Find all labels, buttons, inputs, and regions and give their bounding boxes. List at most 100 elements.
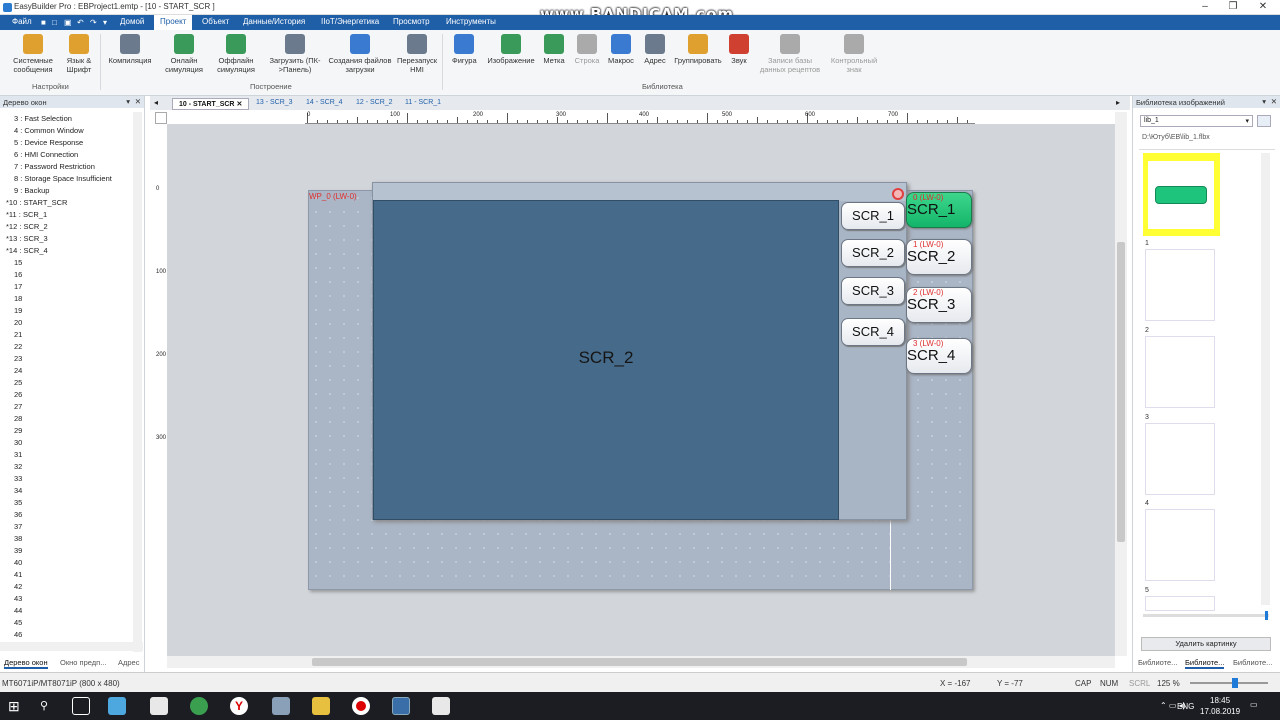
ribbon-button-string[interactable]: Строка [574,34,600,65]
ribbon-button-online-sim[interactable]: Онлайн симуляция [162,34,206,74]
tab-window-tree[interactable]: Дерево окон [4,658,48,669]
tab-library-2[interactable]: Библиоте... [1185,658,1225,669]
tab-window-preview[interactable]: Окно предп... [60,658,106,667]
tree-item[interactable]: 46 [14,630,22,639]
popup-scr2-button[interactable]: SCR_2 [841,239,905,267]
tab-address[interactable]: Адрес [118,658,139,667]
canvas-hscroll[interactable] [167,656,1115,668]
menu-iiot[interactable]: IIoT/Энергетика [321,17,379,26]
screen-scr1-button[interactable]: 0 (LW-0) SCR_1 [906,192,972,228]
pane-dropdown-icon[interactable]: ▾ [126,97,130,106]
tree-item[interactable]: 19 [14,306,22,315]
clock-time[interactable]: 18:45 [1210,696,1230,705]
ribbon-button-image[interactable]: Изображение [485,34,537,65]
tree-item[interactable]: 3 : Fast Selection [14,114,72,123]
tree-item[interactable]: 30 [14,438,22,447]
tree-item[interactable]: 29 [14,426,22,435]
menu-data-history[interactable]: Данные/История [243,17,305,26]
minimize-button[interactable]: – [1192,0,1218,15]
tab-scr-2[interactable]: 12 - SCR_2 [350,98,399,110]
tree-hscroll[interactable] [0,642,143,651]
close-button[interactable]: ✕ [1250,0,1276,15]
library-thumb[interactable] [1145,596,1215,611]
tree-item[interactable]: 5 : Device Response [14,138,83,147]
tree-item[interactable]: 22 [14,342,22,351]
vscroll-thumb[interactable] [1117,242,1125,542]
ribbon-button-compile[interactable]: Компиляция [106,34,154,65]
tree-item[interactable]: 9 : Backup [14,186,49,195]
app-icon-1[interactable] [108,697,126,715]
tree-item[interactable]: 31 [14,450,22,459]
tree-item[interactable]: 26 [14,390,22,399]
search-icon[interactable]: ⚲ [40,699,48,712]
save-icon[interactable]: ■ [41,18,50,27]
yandex-browser-icon[interactable]: Y [230,697,248,715]
tree-item[interactable]: *10 : START_SCR [6,198,67,207]
keyboard-language[interactable]: ENG [1177,702,1194,711]
maximize-button[interactable]: ❐ [1220,0,1246,15]
tab-scr-4[interactable]: 14 - SCR_4 [300,98,349,110]
library-open-icon[interactable] [1257,115,1271,127]
tree-item[interactable]: 38 [14,534,22,543]
pane-dropdown-icon[interactable]: ▾ [1262,97,1266,106]
tree-item[interactable]: *12 : SCR_2 [6,222,48,231]
task-view-icon[interactable] [72,697,90,715]
pane-close-icon[interactable]: ✕ [135,97,141,106]
library-thumb-selected[interactable] [1143,153,1220,236]
hscroll-thumb[interactable] [312,658,967,666]
tree-item[interactable]: 17 [14,282,22,291]
windows-start-icon[interactable]: ⊞ [8,698,20,715]
delete-image-button[interactable]: Удалить картинку [1141,637,1271,651]
file-explorer-icon[interactable] [312,697,330,715]
tree-item[interactable]: 37 [14,522,22,531]
ribbon-button-macro[interactable]: Макрос [606,34,636,65]
tabs-left-arrow-icon[interactable]: ◂ [154,98,158,107]
tree-item[interactable]: 32 [14,462,22,471]
tree-item[interactable]: 24 [14,366,22,375]
tree-item[interactable]: *14 : SCR_4 [6,246,48,255]
screen-scr4-button[interactable]: 3 (LW-0) SCR_4 [906,338,972,374]
tree-item[interactable]: 20 [14,318,22,327]
ribbon-button-restart-hmi[interactable]: Перезапуск HMI [396,34,438,74]
tree-item[interactable]: 7 : Password Restriction [14,162,95,171]
tree-item[interactable]: 18 [14,294,22,303]
tree-item[interactable]: 8 : Storage Space Insufficient [14,174,112,183]
new-icon[interactable]: □ [52,18,61,27]
ribbon-button-recipe-db[interactable]: Записи базы данных рецептов [758,34,822,74]
ribbon-button-address[interactable]: Адрес [642,34,668,65]
menu-home[interactable]: Домой [120,17,144,26]
tab-library-3[interactable]: Библиоте... [1233,658,1272,667]
tree-item[interactable]: 15 [14,258,22,267]
library-thumb[interactable] [1145,336,1215,408]
tab-scr-1[interactable]: 11 - SCR_1 [399,98,447,110]
tree-item[interactable]: 36 [14,510,22,519]
canvas-vscroll[interactable] [1115,112,1127,656]
ribbon-button-label[interactable]: Метка [542,34,566,65]
tree-vscroll[interactable] [133,112,142,652]
clock-date[interactable]: 17.08.2019 [1200,707,1240,716]
tree-item[interactable]: 23 [14,354,22,363]
tree-item[interactable]: 16 [14,270,22,279]
ribbon-button-download[interactable]: Загрузить (ПК- >Панель) [266,34,324,74]
tree-item[interactable]: 27 [14,402,22,411]
tree-item[interactable]: 43 [14,594,22,603]
tree-item[interactable]: 21 [14,330,22,339]
menu-object[interactable]: Объект [202,17,229,26]
tree-item[interactable]: 4 : Common Window [14,126,84,135]
popup-scr1-button[interactable]: SCR_1 [841,202,905,230]
menu-file[interactable]: Файл [12,17,32,26]
bandicam-icon[interactable] [352,697,370,715]
ribbon-button-group[interactable]: Группировать [673,34,723,65]
customize-icon[interactable]: ▾ [103,18,112,27]
ribbon-button-sound[interactable]: Звук [728,34,750,65]
tree-item[interactable]: 40 [14,558,22,567]
ribbon-button-language-font[interactable]: Язык & Шрифт [63,34,95,74]
menu-view[interactable]: Просмотр [393,17,430,26]
calculator-icon[interactable] [150,697,168,715]
tree-item[interactable]: 45 [14,618,22,627]
ribbon-button-offline-sim[interactable]: Оффлайн симуляция [214,34,258,74]
open-icon[interactable]: ▣ [64,18,73,27]
tree-item[interactable]: 39 [14,546,22,555]
tree-item[interactable]: *11 : SCR_1 [6,210,47,219]
tree-item[interactable]: 6 : HMI Connection [14,150,78,159]
